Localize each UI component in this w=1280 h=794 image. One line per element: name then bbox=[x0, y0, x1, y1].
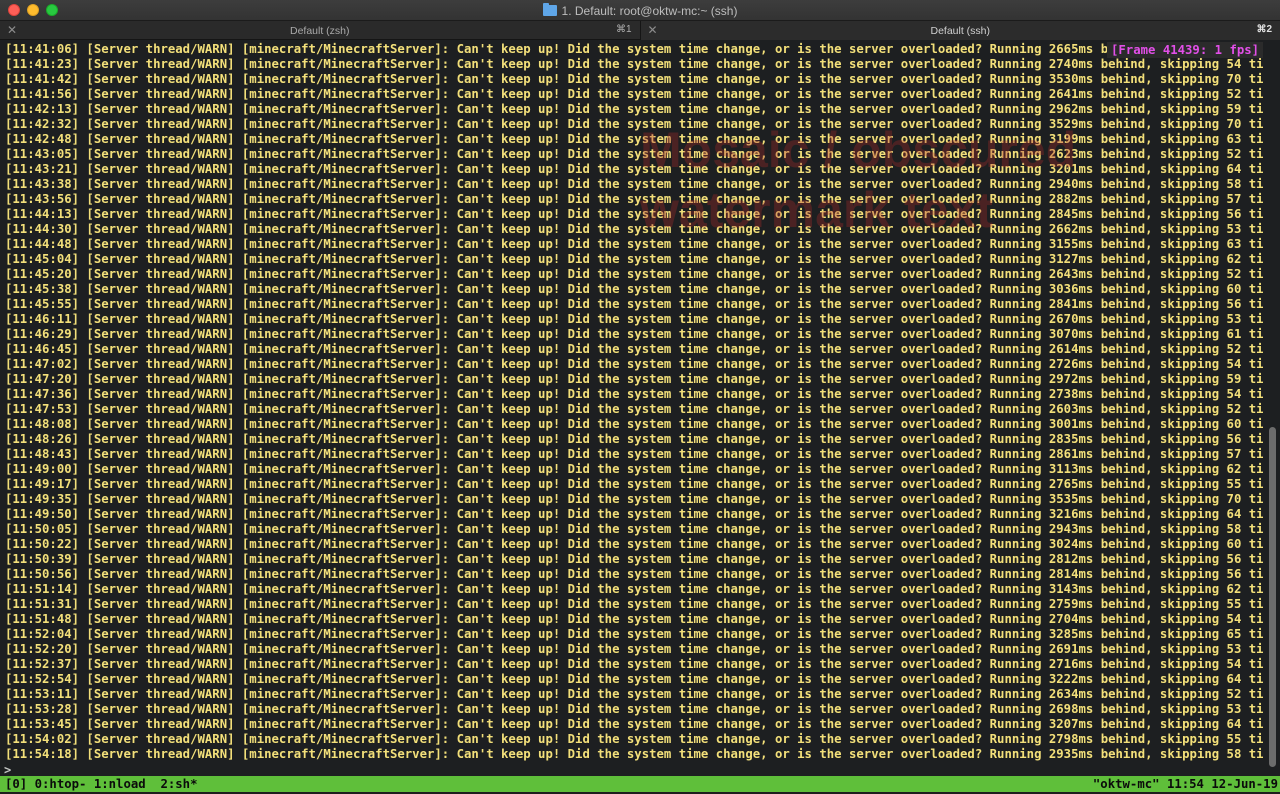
tab-shortcut: ⌘2 bbox=[1256, 24, 1272, 35]
log-line: [11:49:17] [Server thread/WARN] [minecra… bbox=[5, 477, 1263, 491]
log-line: [11:42:48] [Server thread/WARN] [minecra… bbox=[5, 132, 1263, 146]
log-line: [11:51:14] [Server thread/WARN] [minecra… bbox=[5, 582, 1263, 596]
log-line: [11:53:45] [Server thread/WARN] [minecra… bbox=[5, 717, 1263, 731]
tmux-window-list[interactable]: [0] 0:htop- 1:nload 2:sh* bbox=[5, 776, 198, 792]
folder-icon bbox=[542, 3, 557, 16]
tab-default-zsh[interactable]: ✕ Default (zsh) ⌘1 bbox=[0, 21, 640, 40]
shell-prompt[interactable]: > bbox=[4, 763, 11, 777]
close-tab-icon[interactable]: ✕ bbox=[7, 23, 17, 37]
log-line: [11:48:08] [Server thread/WARN] [minecra… bbox=[5, 417, 1263, 431]
log-line: [11:42:32] [Server thread/WARN] [minecra… bbox=[5, 117, 1263, 131]
log-line: [11:52:37] [Server thread/WARN] [minecra… bbox=[5, 657, 1263, 671]
log-line: [11:51:48] [Server thread/WARN] [minecra… bbox=[5, 612, 1263, 626]
log-line: [11:46:45] [Server thread/WARN] [minecra… bbox=[5, 342, 1263, 356]
log-line: [11:41:56] [Server thread/WARN] [minecra… bbox=[5, 87, 1263, 101]
log-line: [11:52:20] [Server thread/WARN] [minecra… bbox=[5, 642, 1263, 656]
tmux-status-right: "oktw-mc" 11:54 12-Jun-19 bbox=[1092, 777, 1278, 791]
log-line: [11:45:55] [Server thread/WARN] [minecra… bbox=[5, 297, 1263, 311]
log-line: [11:44:30] [Server thread/WARN] [minecra… bbox=[5, 222, 1263, 236]
tmux-status-bar: [0] 0:htop- 1:nload 2:sh* "oktw-mc" 11:5… bbox=[0, 776, 1280, 792]
scrollbar-thumb[interactable] bbox=[1269, 427, 1276, 767]
tab-shortcut: ⌘1 bbox=[615, 24, 632, 35]
window-title: 1. Default: root@oktw-mc:~ (ssh) bbox=[561, 3, 738, 18]
log-line: [11:52:04] [Server thread/WARN] [minecra… bbox=[5, 627, 1263, 641]
log-line: [11:47:53] [Server thread/WARN] [minecra… bbox=[5, 402, 1263, 416]
log-line: [11:42:13] [Server thread/WARN] [minecra… bbox=[5, 102, 1263, 116]
log-line: [11:44:13] [Server thread/WARN] [minecra… bbox=[5, 207, 1263, 221]
tab-bar: ✕ Default (zsh) ⌘1 ✕ Default (ssh) ⌘2 bbox=[0, 21, 1280, 40]
log-line: [11:46:11] [Server thread/WARN] [minecra… bbox=[5, 312, 1263, 326]
log-line: [11:46:29] [Server thread/WARN] [minecra… bbox=[5, 327, 1263, 341]
log-line: [11:50:56] [Server thread/WARN] [minecra… bbox=[5, 567, 1263, 581]
log-line: [11:49:35] [Server thread/WARN] [minecra… bbox=[5, 492, 1263, 506]
log-output: [11:41:06] [Server thread/WARN] [minecra… bbox=[5, 42, 1263, 762]
log-line: [11:54:18] [Server thread/WARN] [minecra… bbox=[5, 747, 1263, 761]
log-line: [11:52:54] [Server thread/WARN] [minecra… bbox=[5, 672, 1263, 686]
log-line: [11:48:26] [Server thread/WARN] [minecra… bbox=[5, 432, 1263, 446]
log-line: [11:53:28] [Server thread/WARN] [minecra… bbox=[5, 702, 1263, 716]
log-line: [11:45:38] [Server thread/WARN] [minecra… bbox=[5, 282, 1263, 296]
log-line: [11:49:00] [Server thread/WARN] [minecra… bbox=[5, 462, 1263, 476]
log-line: [11:43:21] [Server thread/WARN] [minecra… bbox=[5, 162, 1263, 176]
log-line: [11:44:48] [Server thread/WARN] [minecra… bbox=[5, 237, 1263, 251]
log-line: [11:45:20] [Server thread/WARN] [minecra… bbox=[5, 267, 1263, 281]
log-line: [11:41:42] [Server thread/WARN] [minecra… bbox=[5, 72, 1263, 86]
log-line: [11:50:39] [Server thread/WARN] [minecra… bbox=[5, 552, 1263, 566]
log-line: [11:50:22] [Server thread/WARN] [minecra… bbox=[5, 537, 1263, 551]
log-line: [11:47:20] [Server thread/WARN] [minecra… bbox=[5, 372, 1263, 386]
log-line: [11:47:02] [Server thread/WARN] [minecra… bbox=[5, 357, 1263, 371]
log-line: [11:43:56] [Server thread/WARN] [minecra… bbox=[5, 192, 1263, 206]
log-line: [11:53:11] [Server thread/WARN] [minecra… bbox=[5, 687, 1263, 701]
log-line: [11:41:23] [Server thread/WARN] [minecra… bbox=[5, 57, 1263, 71]
log-line: [11:47:36] [Server thread/WARN] [minecra… bbox=[5, 387, 1263, 401]
log-line: [11:43:38] [Server thread/WARN] [minecra… bbox=[5, 177, 1263, 191]
scrollbar[interactable] bbox=[1269, 42, 1276, 790]
log-line: [11:50:05] [Server thread/WARN] [minecra… bbox=[5, 522, 1263, 536]
log-line: [11:54:02] [Server thread/WARN] [minecra… bbox=[5, 732, 1263, 746]
log-line: [11:45:04] [Server thread/WARN] [minecra… bbox=[5, 252, 1263, 266]
tab-label: Default (zsh) bbox=[289, 24, 350, 37]
frame-counter-badge: [Frame 41439: 1 fps] bbox=[1107, 42, 1264, 58]
window-title-wrap: 1. Default: root@oktw-mc:~ (ssh) bbox=[0, 2, 1280, 19]
log-line: [11:51:31] [Server thread/WARN] [minecra… bbox=[5, 597, 1263, 611]
close-tab-icon[interactable]: ✕ bbox=[648, 23, 658, 37]
tab-label: Default (ssh) bbox=[930, 24, 991, 37]
log-line: [11:48:43] [Server thread/WARN] [minecra… bbox=[5, 447, 1263, 461]
window-title-bar: 1. Default: root@oktw-mc:~ (ssh) bbox=[0, 0, 1280, 21]
log-line: [11:43:05] [Server thread/WARN] [minecra… bbox=[5, 147, 1263, 161]
tab-default-ssh[interactable]: ✕ Default (ssh) ⌘2 bbox=[639, 21, 1280, 40]
log-line: [11:41:06] [Server thread/WARN] [minecra… bbox=[5, 42, 1160, 56]
terminal-pane[interactable]: [11:41:06] [Server thread/WARN] [minecra… bbox=[0, 40, 1280, 792]
log-line: [11:49:50] [Server thread/WARN] [minecra… bbox=[5, 507, 1263, 521]
